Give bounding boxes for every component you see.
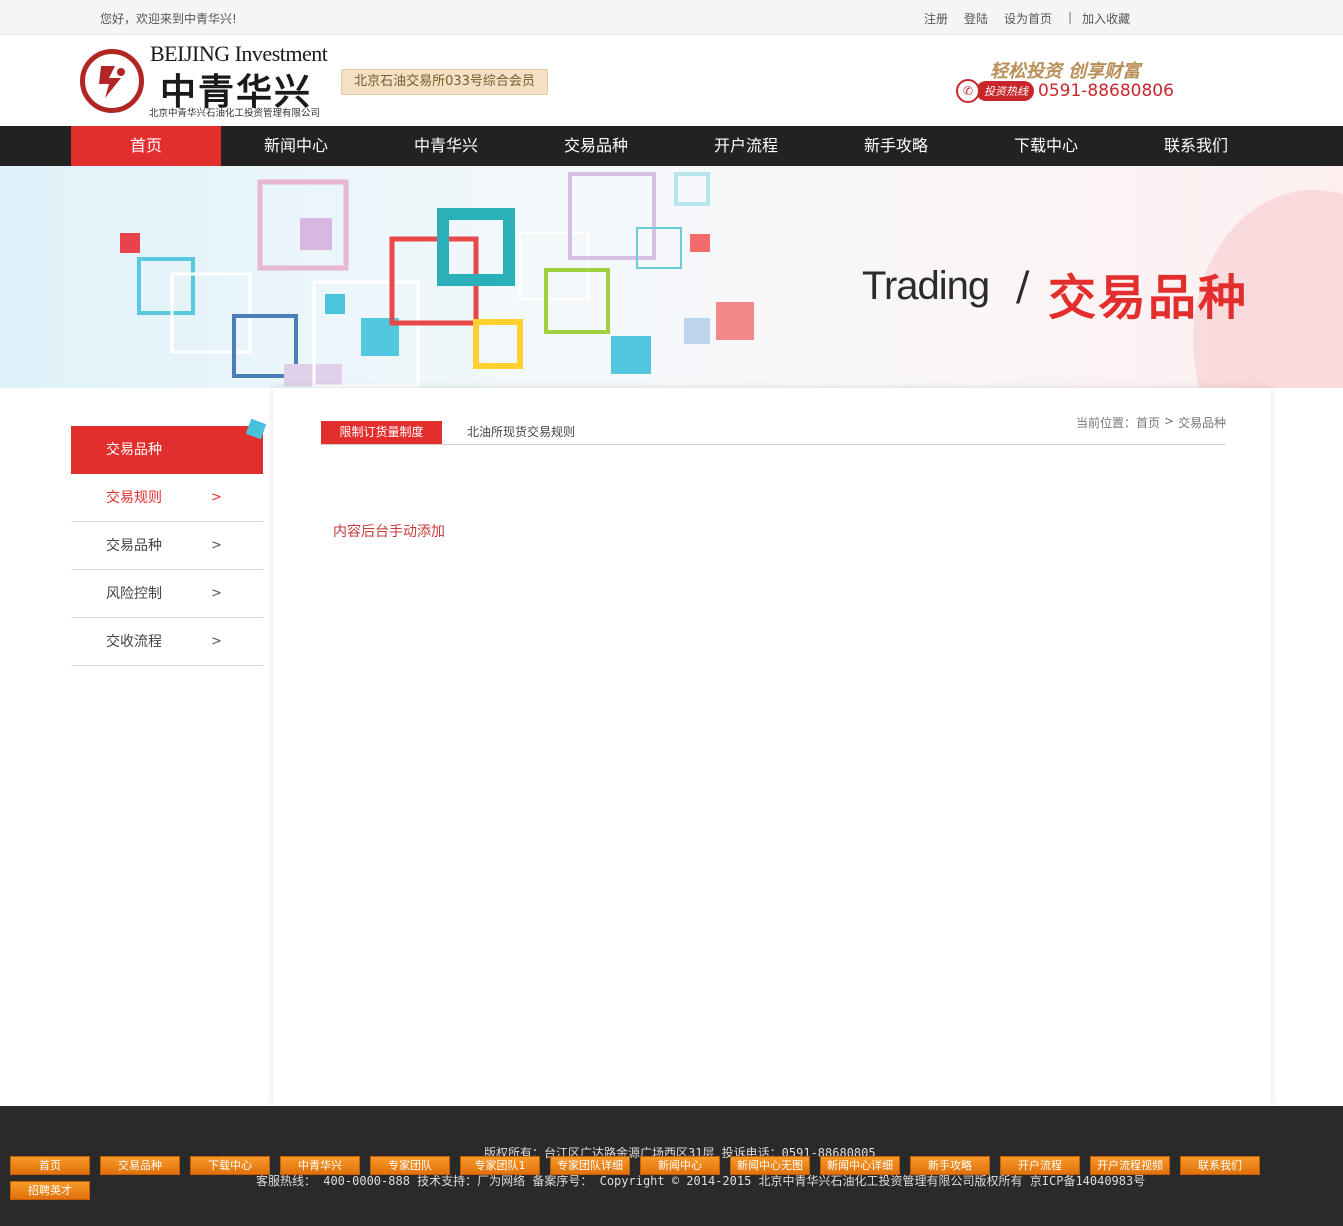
- bookmark-link[interactable]: 加入收藏: [1082, 10, 1130, 27]
- tab-order-limit[interactable]: 限制订货量制度: [321, 421, 442, 444]
- sidebar-item-label: 风险控制: [106, 586, 162, 602]
- hotline-number: 0591-88680806: [1038, 81, 1174, 101]
- nav-item-guide[interactable]: 新手攻略: [821, 126, 971, 166]
- banner-title-chinese: 交易品种: [1048, 270, 1249, 326]
- sidebar-item-label: 交易品种: [106, 538, 162, 554]
- set-home-link[interactable]: 设为首页: [1004, 10, 1052, 27]
- tabs-divider: [321, 444, 1226, 445]
- footer-link-account[interactable]: 开户流程: [1000, 1156, 1080, 1175]
- chevron-right-icon: >: [211, 538, 222, 553]
- footer-link-trading[interactable]: 交易品种: [100, 1156, 180, 1175]
- sidebar-title: 交易品种: [71, 426, 263, 474]
- footer-link-news-detail[interactable]: 新闻中心详细: [820, 1156, 900, 1175]
- chevron-right-icon: >: [211, 490, 222, 505]
- nav-item-about[interactable]: 中青华兴: [371, 126, 521, 166]
- footer-link-experts-detail[interactable]: 专家团队详细: [550, 1156, 630, 1175]
- banner-title-english: Trading: [862, 264, 990, 308]
- phone-icon: ✆: [956, 79, 980, 103]
- footer-link-home[interactable]: 首页: [10, 1156, 90, 1175]
- breadcrumb-separator: >: [1164, 414, 1175, 428]
- banner-squares-graphic: [120, 172, 754, 388]
- footer-link-guide[interactable]: 新手攻略: [910, 1156, 990, 1175]
- welcome-text: 您好，欢迎来到中青华兴!: [100, 12, 237, 26]
- sidebar-item-trading-products[interactable]: 交易品种 >: [71, 522, 263, 570]
- sidebar-item-label: 交易规则: [106, 490, 162, 506]
- breadcrumb-prefix: 当前位置：: [1076, 416, 1137, 430]
- page-banner: Trading / 交易品种: [0, 166, 1343, 388]
- nav-item-download[interactable]: 下载中心: [971, 126, 1121, 166]
- nav-item-home[interactable]: 首页: [71, 126, 221, 166]
- link-separator: |: [1068, 10, 1073, 24]
- banner-slash: /: [1016, 264, 1030, 310]
- register-link[interactable]: 注册: [924, 10, 948, 27]
- main-nav: 首页 新闻中心 中青华兴 交易品种 开户流程 新手攻略 下载中心 联系我们: [0, 126, 1343, 166]
- footer-link-news[interactable]: 新闻中心: [640, 1156, 720, 1175]
- content-body-text: 内容后台手动添加: [333, 524, 445, 540]
- content-panel: [273, 388, 1271, 1106]
- nav-item-trading[interactable]: 交易品种: [521, 126, 671, 166]
- footer-link-about[interactable]: 中青华兴: [280, 1156, 360, 1175]
- chevron-right-icon: >: [211, 634, 222, 649]
- site-header: BEIJING Investment 中青华兴 北京中青华兴石油化工投资管理有限…: [0, 35, 1343, 126]
- footer-link-experts[interactable]: 专家团队: [370, 1156, 450, 1175]
- chevron-right-icon: >: [211, 586, 222, 601]
- member-badge: 北京石油交易所033号综合会员: [341, 69, 548, 95]
- hotline: ✆ 投资热线 0591-88680806: [956, 79, 1174, 103]
- footer-link-contact[interactable]: 联系我们: [1180, 1156, 1260, 1175]
- sidebar-item-trading-rules[interactable]: 交易规则 >: [71, 474, 263, 522]
- tab-spot-trading-rules[interactable]: 北油所现货交易规则: [467, 421, 575, 444]
- breadcrumb-home-link[interactable]: 首页: [1136, 414, 1160, 431]
- hotline-label: 投资热线: [976, 81, 1034, 101]
- login-link[interactable]: 登陆: [964, 10, 988, 27]
- logo-icon[interactable]: [80, 49, 144, 113]
- logo-company-name: 北京中青华兴石油化工投资管理有限公司: [149, 108, 321, 119]
- breadcrumb: 当前位置： 首页 > 交易品种: [1076, 414, 1230, 431]
- sidebar-item-label: 交收流程: [106, 634, 162, 650]
- sidebar-item-delivery-process[interactable]: 交收流程 >: [71, 618, 263, 666]
- nav-item-account[interactable]: 开户流程: [671, 126, 821, 166]
- footer-link-careers[interactable]: 招聘英才: [10, 1181, 90, 1200]
- top-bar: 您好，欢迎来到中青华兴! 注册 登陆 设为首页 | 加入收藏: [0, 0, 1343, 35]
- breadcrumb-current: 交易品种: [1178, 416, 1227, 430]
- nav-item-news[interactable]: 新闻中心: [221, 126, 371, 166]
- top-links: 注册 登陆 设为首页 | 加入收藏: [924, 10, 1146, 27]
- nav-item-contact[interactable]: 联系我们: [1121, 126, 1271, 166]
- footer-link-news-no-image[interactable]: 新闻中心无图: [730, 1156, 810, 1175]
- footer-link-account-video[interactable]: 开户流程视频: [1090, 1156, 1170, 1175]
- footer-link-download[interactable]: 下载中心: [190, 1156, 270, 1175]
- sidebar-item-risk-control[interactable]: 风险控制 >: [71, 570, 263, 618]
- footer-link-experts-1[interactable]: 专家团队1: [460, 1156, 540, 1175]
